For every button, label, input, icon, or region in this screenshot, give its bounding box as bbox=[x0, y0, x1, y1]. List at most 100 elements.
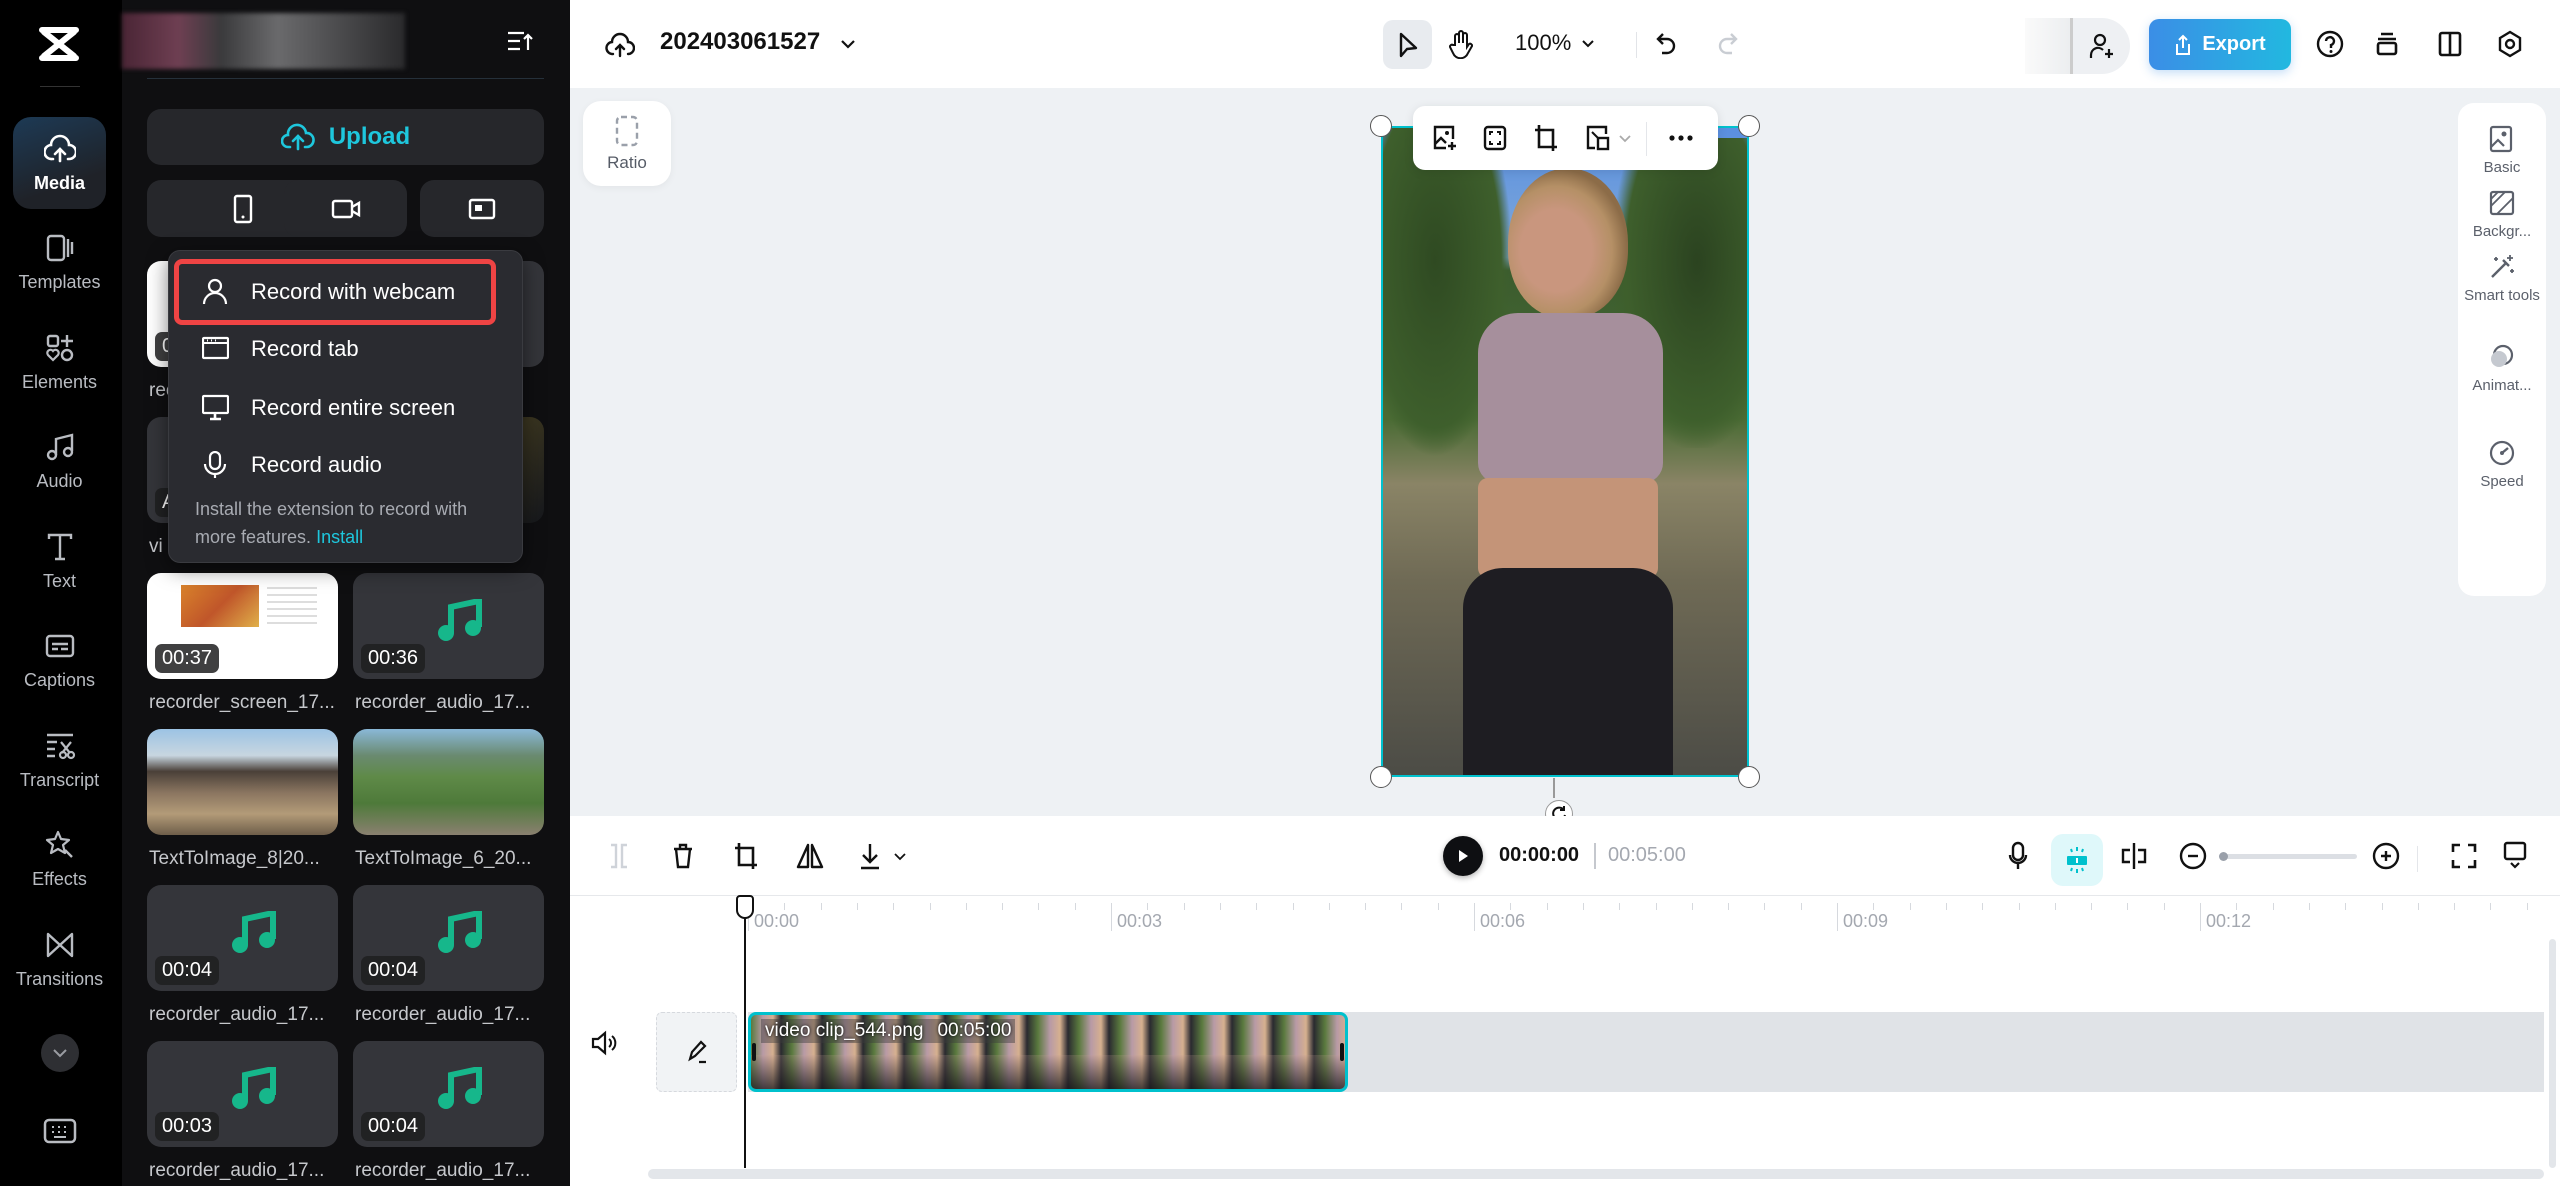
select-tool-button[interactable] bbox=[1383, 20, 1432, 69]
media-item-thumbnail[interactable] bbox=[147, 729, 338, 835]
video-preview[interactable] bbox=[1381, 126, 1749, 777]
chevron-down-icon[interactable] bbox=[1618, 134, 1632, 143]
toggle-panel-button[interactable] bbox=[2430, 24, 2470, 64]
background-remove-button[interactable] bbox=[1578, 118, 1618, 158]
export-button[interactable]: Export bbox=[2149, 19, 2291, 70]
video-clip[interactable]: video clip_544.png 00:05:00 bbox=[748, 1012, 1348, 1092]
nav-item-media[interactable]: Media bbox=[13, 117, 106, 209]
hand-tool-button[interactable] bbox=[1441, 24, 1481, 64]
nav-item-effects[interactable]: Effects bbox=[13, 814, 106, 906]
install-link[interactable]: Install bbox=[316, 527, 363, 547]
property-tab-animation[interactable]: Animat... bbox=[2458, 343, 2546, 394]
zoom-dropdown[interactable]: 100% bbox=[1515, 30, 1595, 56]
playhead-handle[interactable] bbox=[736, 895, 754, 919]
ruler-tick bbox=[1437, 903, 1439, 910]
media-item-thumbnail[interactable]: 00:04 bbox=[353, 885, 544, 991]
project-title[interactable]: 202403061527 bbox=[660, 28, 820, 56]
replace-image-button[interactable] bbox=[1425, 118, 1465, 158]
resize-handle-bottom-left[interactable] bbox=[1370, 766, 1392, 788]
media-item-thumbnail[interactable]: 00:04 bbox=[353, 1041, 544, 1147]
capcut-logo[interactable] bbox=[36, 24, 82, 64]
nav-item-elements[interactable]: Elements bbox=[13, 316, 106, 408]
auto-snap-toggle[interactable] bbox=[2051, 834, 2103, 886]
clip-trim-left-handle[interactable] bbox=[752, 1043, 756, 1061]
menu-item-record-audio[interactable]: Record audio bbox=[174, 437, 494, 493]
ruler-tick bbox=[1691, 903, 1693, 910]
resize-handle-top-left[interactable] bbox=[1370, 115, 1392, 137]
layers-button[interactable] bbox=[2367, 24, 2407, 64]
fullscreen-button[interactable] bbox=[2444, 836, 2484, 876]
keyboard-shortcuts-button[interactable] bbox=[43, 1118, 77, 1144]
media-item-thumbnail[interactable]: 00:37 bbox=[147, 573, 338, 679]
cloud-sync-button[interactable] bbox=[600, 24, 640, 64]
nav-item-audio[interactable]: Audio bbox=[13, 416, 106, 508]
ruler-tick bbox=[1292, 903, 1294, 910]
nav-item-captions[interactable]: Captions bbox=[13, 615, 106, 707]
ruler-tick bbox=[1909, 903, 1911, 910]
screen-capture-preview bbox=[181, 585, 259, 627]
timeline-zoom-slider[interactable] bbox=[2219, 852, 2357, 861]
track-edit-cover-button[interactable] bbox=[656, 1012, 737, 1092]
fit-button[interactable] bbox=[1475, 118, 1515, 158]
collapse-timeline-button[interactable] bbox=[2495, 836, 2535, 876]
slider-thumb[interactable] bbox=[2219, 852, 2228, 861]
mirror-button[interactable] bbox=[790, 836, 830, 876]
music-note-icon bbox=[232, 1067, 276, 1109]
horizontal-scrollbar[interactable] bbox=[648, 1169, 2544, 1179]
help-button[interactable] bbox=[2310, 24, 2350, 64]
property-tab-background[interactable]: Backgr... bbox=[2458, 189, 2546, 240]
vertical-scrollbar[interactable] bbox=[2549, 939, 2556, 1168]
property-tab-smart-tools[interactable]: Smart tools bbox=[2458, 253, 2546, 304]
media-item-thumbnail[interactable]: 00:04 bbox=[147, 885, 338, 991]
crop-clip-button[interactable] bbox=[726, 836, 766, 876]
project-menu-button[interactable] bbox=[828, 24, 868, 64]
download-icon bbox=[861, 844, 879, 870]
menu-item-record-entire-screen[interactable]: Record entire screen bbox=[174, 380, 494, 436]
delete-button[interactable] bbox=[663, 836, 703, 876]
clip-trim-right-handle[interactable] bbox=[1340, 1043, 1344, 1061]
upload-button[interactable]: Upload bbox=[147, 109, 544, 165]
redo-button[interactable] bbox=[1708, 24, 1748, 64]
chevron-down-icon[interactable] bbox=[893, 852, 907, 861]
text-icon bbox=[47, 533, 72, 560]
nav-item-transcript[interactable]: Transcript bbox=[13, 714, 106, 806]
cloud-upload-icon bbox=[280, 123, 315, 151]
property-tab-speed[interactable]: Speed bbox=[2458, 439, 2546, 490]
resize-handle-bottom-right[interactable] bbox=[1738, 766, 1760, 788]
nav-item-text[interactable]: Text bbox=[13, 515, 106, 607]
media-item-name: TextToImage_8|20... bbox=[149, 848, 320, 869]
sort-button[interactable] bbox=[507, 30, 533, 52]
more-nav-button[interactable] bbox=[41, 1034, 79, 1072]
download-button[interactable] bbox=[850, 836, 890, 876]
ruler-tick bbox=[1074, 903, 1076, 910]
current-time: 00:00:00 bbox=[1499, 844, 1580, 866]
media-item-thumbnail[interactable]: 00:36 bbox=[353, 573, 544, 679]
ratio-button[interactable]: Ratio bbox=[583, 101, 671, 186]
ruler-tick bbox=[1219, 903, 1221, 910]
zoom-in-button[interactable] bbox=[2366, 836, 2406, 876]
zoom-out-button[interactable] bbox=[2173, 836, 2213, 876]
track-mute-button[interactable] bbox=[590, 1030, 618, 1056]
undo-button[interactable] bbox=[1646, 24, 1686, 64]
media-item-thumbnail[interactable]: 00:03 bbox=[147, 1041, 338, 1147]
nav-item-transitions[interactable]: Transitions bbox=[13, 913, 106, 1005]
menu-item-record-tab[interactable]: Record tab bbox=[174, 321, 494, 377]
resize-handle-top-right[interactable] bbox=[1738, 115, 1760, 137]
menu-item-record-with-webcam[interactable]: Record with webcam bbox=[174, 259, 496, 325]
invite-collaborator-button[interactable] bbox=[2073, 18, 2130, 74]
more-options-button[interactable] bbox=[1661, 118, 1701, 158]
crop-button[interactable] bbox=[1526, 118, 1566, 158]
play-button[interactable] bbox=[1443, 836, 1483, 876]
media-item-thumbnail[interactable] bbox=[353, 729, 544, 835]
settings-button[interactable] bbox=[2490, 24, 2530, 64]
nav-item-templates[interactable]: Templates bbox=[13, 217, 106, 309]
record-camera-button[interactable] bbox=[284, 180, 407, 237]
record-screen-button[interactable] bbox=[420, 180, 544, 237]
split-align-button[interactable] bbox=[2114, 836, 2154, 876]
templates-icon bbox=[46, 234, 73, 262]
record-voiceover-button[interactable] bbox=[1998, 836, 2038, 876]
split-clip-button[interactable] bbox=[599, 836, 639, 876]
property-tab-basic[interactable]: Basic bbox=[2458, 125, 2546, 176]
magic-wand-icon bbox=[2491, 255, 2514, 278]
playhead[interactable] bbox=[744, 895, 746, 1168]
